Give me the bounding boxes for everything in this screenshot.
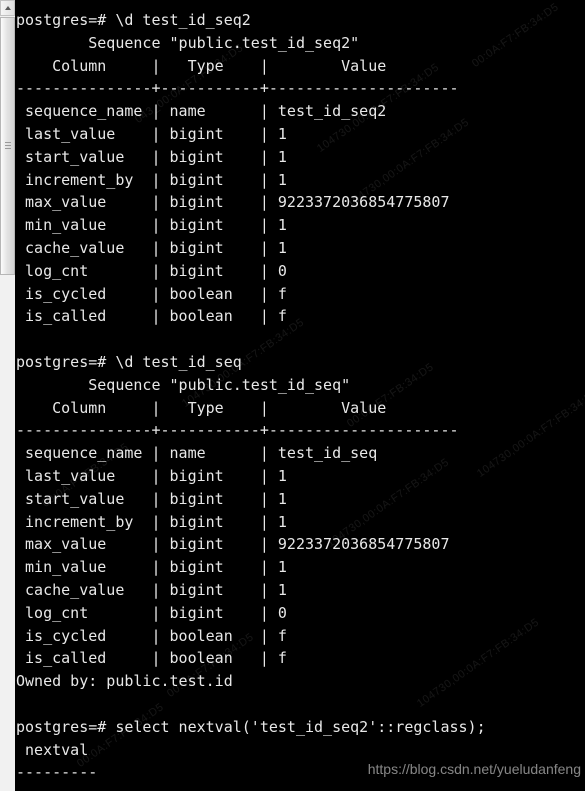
terminal-line: Sequence "public.test_id_seq2" — [16, 33, 360, 52]
terminal-line: is_cycled | boolean | f — [16, 284, 287, 303]
terminal-line: nextval — [16, 740, 89, 759]
scroll-up-arrow-button[interactable] — [0, 0, 15, 16]
grip-icon — [5, 142, 11, 150]
terminal-line: sequence_name | name | test_id_seq — [16, 444, 378, 463]
terminal-line: increment_by | bigint | 1 — [16, 512, 287, 531]
vertical-scrollbar[interactable] — [0, 0, 15, 791]
terminal-line: sequence_name | name | test_id_seq2 — [16, 102, 387, 121]
terminal-line: postgres=# select nextval('test_id_seq2'… — [16, 717, 486, 736]
terminal-line: increment_by | bigint | 1 — [16, 170, 287, 189]
terminal-line: is_called | boolean | f — [16, 649, 287, 668]
terminal-line: is_called | boolean | f — [16, 307, 287, 326]
terminal-line: max_value | bigint | 9223372036854775807 — [16, 193, 450, 212]
terminal-line: is_cycled | boolean | f — [16, 626, 287, 645]
terminal-line: postgres=# \d test_id_seq — [16, 352, 242, 371]
terminal-line: cache_value | bigint | 1 — [16, 580, 287, 599]
terminal-window: postgres=# \d test_id_seq2 Sequence "pub… — [0, 0, 585, 791]
terminal-line: log_cnt | bigint | 0 — [16, 603, 287, 622]
terminal-text: postgres=# \d test_id_seq2 Sequence "pub… — [16, 9, 584, 784]
terminal-line: start_value | bigint | 1 — [16, 147, 287, 166]
scrollbar-track[interactable] — [0, 275, 15, 791]
terminal-line: Owned by: public.test.id — [16, 672, 233, 691]
terminal-line: cache_value | bigint | 1 — [16, 238, 287, 257]
terminal-line: Sequence "public.test_id_seq" — [16, 375, 351, 394]
terminal-line: start_value | bigint | 1 — [16, 489, 287, 508]
terminal-output-area[interactable]: postgres=# \d test_id_seq2 Sequence "pub… — [15, 0, 585, 791]
terminal-line: last_value | bigint | 1 — [16, 124, 287, 143]
scrollbar-thumb[interactable] — [0, 17, 15, 275]
terminal-line: postgres=# \d test_id_seq2 — [16, 11, 251, 29]
triangle-up-icon — [4, 6, 11, 10]
terminal-line: min_value | bigint | 1 — [16, 558, 287, 577]
terminal-line: log_cnt | bigint | 0 — [16, 261, 287, 280]
terminal-line: max_value | bigint | 9223372036854775807 — [16, 535, 450, 554]
terminal-line: ---------------+-----------+------------… — [16, 421, 459, 440]
terminal-line: min_value | bigint | 1 — [16, 216, 287, 235]
terminal-line: Column | Type | Value — [16, 56, 387, 75]
terminal-line: last_value | bigint | 1 — [16, 466, 287, 485]
terminal-line: ---------------+-----------+------------… — [16, 79, 459, 98]
terminal-line: Column | Type | Value — [16, 398, 387, 417]
terminal-line: --------- — [16, 763, 98, 782]
